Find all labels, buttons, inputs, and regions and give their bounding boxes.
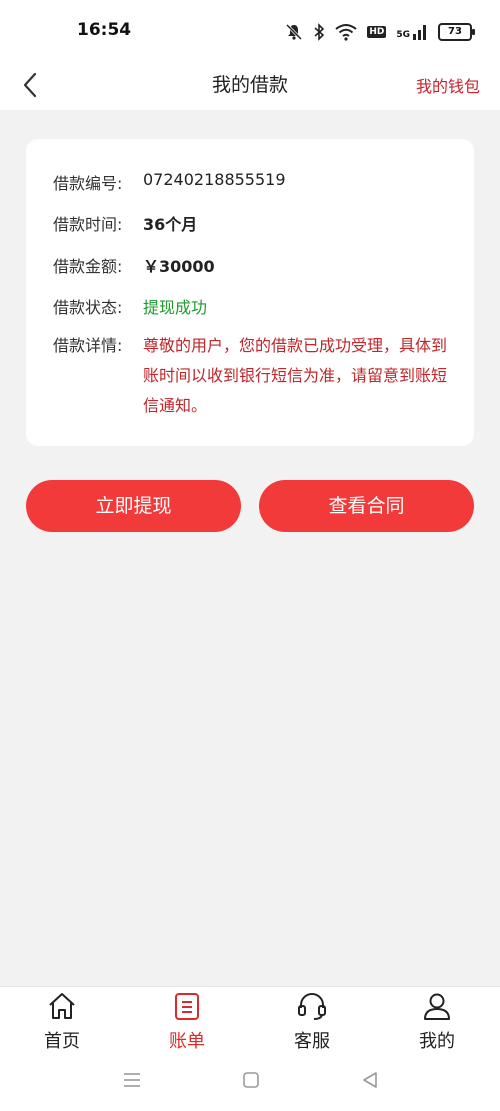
view-contract-button[interactable]: 查看合同 [259,480,474,532]
loan-term-value: 36个月 [143,215,198,234]
tab-bill-label: 账单 [169,1031,205,1052]
loan-status-row: 借款状态: 提现成功 [53,294,207,318]
loan-detail-label: 借款详情: [53,336,123,355]
loan-amount-row: 借款金额: ￥30000 [53,253,215,277]
app-header: 我的借款 我的钱包 [0,62,500,110]
back-triangle-icon[interactable] [360,1070,380,1090]
hd-badge: HD [367,26,387,38]
loan-detail-row: 借款详情: 尊敬的用户，您的借款已成功受理，具体到账时间以收到银行短信为准，请留… [53,331,448,421]
tab-mine-label: 我的 [419,1031,455,1052]
network-indicator: 5G [396,24,428,40]
status-bar: 16:54 HD 5G 73 [0,0,500,62]
headset-icon [298,993,326,1020]
wifi-icon [335,24,357,41]
mute-bell-icon [286,23,303,41]
home-icon [49,993,75,1019]
battery-level: 73 [448,26,462,37]
bottom-tab-bar: 首页 账单 客服 我的 [0,986,500,1059]
tab-mine[interactable]: 我的 [387,987,487,1059]
battery-icon: 73 [438,23,475,41]
my-wallet-link[interactable]: 我的钱包 [416,73,480,97]
home-square-icon[interactable] [241,1070,261,1090]
tab-customer-service[interactable]: 客服 [262,987,362,1059]
loan-number-label: 借款编号: [53,174,123,193]
tab-home-label: 首页 [44,1031,80,1052]
loan-status-label: 借款状态: [53,298,123,317]
loan-number-value: 07240218855519 [143,170,286,189]
tab-bill[interactable]: 账单 [137,987,237,1059]
bluetooth-icon [314,23,325,41]
signal-icon [413,25,426,40]
loan-term-row: 借款时间: 36个月 [53,211,197,235]
status-icons: HD 5G 73 [285,20,475,44]
bill-icon [175,993,199,1020]
loan-amount-label: 借款金额: [53,257,123,276]
loan-amount-value: ￥30000 [143,257,215,276]
user-icon [424,993,450,1020]
menu-icon[interactable] [122,1070,142,1090]
network-label: 5G [396,30,410,40]
loan-detail-card: 借款编号: 07240218855519 借款时间: 36个月 借款金额: ￥3… [26,139,474,446]
loan-detail-value: 尊敬的用户，您的借款已成功受理，具体到账时间以收到银行短信为准，请留意到账短信通… [143,336,448,415]
withdraw-now-button[interactable]: 立即提现 [26,480,241,532]
loan-term-label: 借款时间: [53,215,123,234]
loan-status-value: 提现成功 [143,298,208,317]
tab-customer-service-label: 客服 [294,1031,330,1052]
tab-home[interactable]: 首页 [12,987,112,1059]
loan-number-row: 借款编号: 07240218855519 [53,170,286,194]
system-nav-bar [0,1058,500,1111]
status-time: 16:54 [77,20,132,40]
